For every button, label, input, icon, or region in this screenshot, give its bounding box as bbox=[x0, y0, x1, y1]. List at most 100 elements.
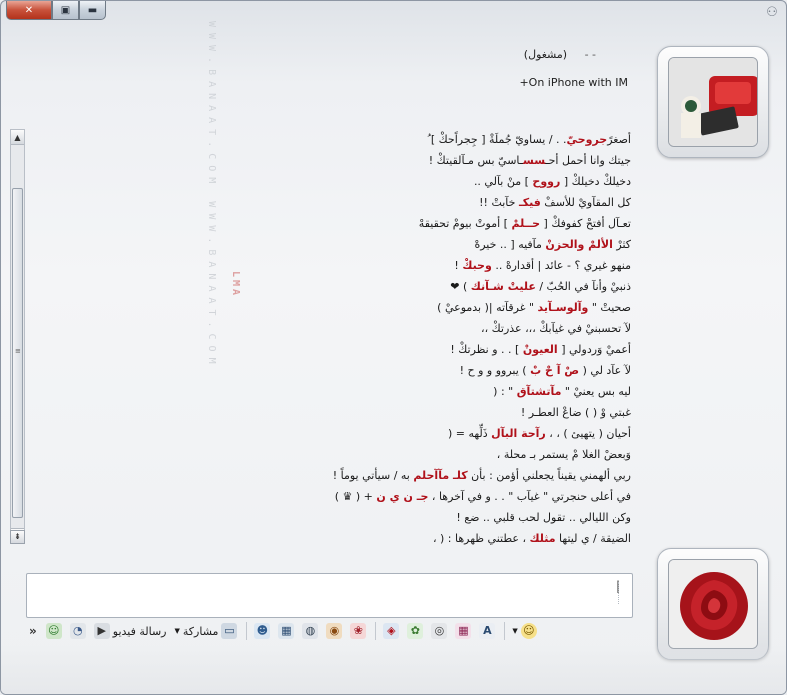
toolbar-overflow-button[interactable]: » bbox=[29, 624, 37, 638]
invite-contact-button[interactable]: ☺ bbox=[43, 620, 65, 642]
conversation-history: أصغرًجروحيّ. . / يساويّ جُملَةْ [ جِجراً… bbox=[231, 129, 631, 549]
caption-buttons: ✕ ▣ ▬ bbox=[6, 1, 106, 21]
message-line: أصغرًجروحيّ. . / يساويّ جُملَةْ [ جِجراً… bbox=[231, 129, 631, 150]
message-highlight: العيونْ bbox=[522, 343, 558, 356]
message-highlight: جروحيّ bbox=[566, 133, 608, 146]
video-message-label: رسالة فيديو bbox=[112, 624, 167, 638]
message-highlight: سس bbox=[523, 154, 546, 167]
message-text-tail: ـاسيّ بس مـآلقيتكْ ! bbox=[428, 154, 523, 167]
ink-icon: ◍ bbox=[302, 623, 319, 639]
photos-button[interactable]: ▦ bbox=[275, 620, 297, 642]
message-text: الضيقة / ي ليتها bbox=[555, 532, 631, 545]
share-button[interactable]: ▼ مشاركة ▭ bbox=[172, 620, 241, 642]
invite-icon: ☺ bbox=[45, 623, 62, 639]
contact-personal-message: +On iPhone with IM bbox=[519, 76, 628, 89]
message-text: ربي ألهمني يقيناً يجعلني أؤمن : بأن bbox=[467, 469, 631, 482]
message-highlight: مآتشتآق bbox=[516, 385, 562, 398]
message-text: ذنبيْ وأنآ في الحُبّ / bbox=[535, 280, 631, 293]
message-text: جيتك وانا أحمل أحـ bbox=[545, 154, 631, 167]
minimize-button[interactable]: ▬ bbox=[79, 1, 106, 20]
message-highlight: جـ ن ي ن bbox=[376, 490, 429, 503]
people-icon[interactable]: ⚇ bbox=[764, 5, 780, 21]
message-line: ذنبيْ وأنآ في الحُبّ / عليتْ شـآنك ) ❤ bbox=[231, 276, 631, 297]
message-text: وَبعضْ الغلا مْ يستمر بـ محلة ، bbox=[496, 448, 631, 461]
self-picture-art bbox=[669, 560, 757, 648]
winks-button[interactable]: ◈ bbox=[380, 620, 402, 642]
message-line: غبتي وْ ( ) ضاعْ العطـر ! bbox=[231, 402, 631, 423]
message-line: منهو غيري ؟ - عائد | أقدارهْ .. وحبكْ ! bbox=[231, 255, 631, 276]
buddy-icon: ☻ bbox=[254, 623, 271, 639]
toolbar-separator bbox=[246, 622, 248, 640]
message-highlight: فيكـ bbox=[518, 196, 541, 209]
background-button[interactable]: ▦ bbox=[452, 620, 474, 642]
chevron-down-icon: ▼ bbox=[174, 627, 180, 635]
message-highlight: رووح bbox=[532, 175, 561, 188]
message-text-tail: ) يبروو و و ح ! bbox=[459, 364, 531, 377]
video-message-button[interactable]: ▶ رسالة فيديو bbox=[91, 620, 170, 642]
message-text-tail: " : ( bbox=[493, 385, 517, 398]
video-call-icon: ▶ bbox=[93, 623, 110, 639]
message-highlight: حــلمْ bbox=[511, 217, 541, 230]
contact-dash: - - bbox=[584, 48, 596, 61]
message-line: صحيتْ " وآلوسـآيد " غرقآته |( بدموعيْ ) bbox=[231, 297, 631, 318]
message-text: لآ تحسبنيْ في غيآبكْ ،،، عذرتكْ ،، bbox=[481, 322, 631, 335]
message-text: ليه بس يعنيْ " bbox=[561, 385, 631, 398]
message-text-tail: به / سيأتي يوماً ! bbox=[332, 469, 414, 482]
message-text-tail: ) ❤ bbox=[450, 280, 471, 293]
message-text-tail: خآبتْ !! bbox=[479, 196, 519, 209]
contact-name: - - (مشغول) bbox=[296, 48, 596, 61]
scroll-thumb[interactable]: ≡ bbox=[12, 188, 23, 518]
message-text: لآ عآد لي ( bbox=[579, 364, 631, 377]
collapse-icon: ⇟ bbox=[14, 532, 21, 541]
emoticons-button[interactable]: ▼ ☺ bbox=[509, 620, 539, 642]
contact-avatar[interactable] bbox=[657, 46, 769, 158]
message-line: لآ تحسبنيْ في غيآبكْ ،،، عذرتكْ ،، bbox=[231, 318, 631, 339]
message-text-tail: " غرقآته |( بدموعيْ ) bbox=[437, 301, 538, 314]
photos-icon: ▦ bbox=[278, 623, 295, 639]
message-text: أعميْ وَردولي [ bbox=[557, 343, 631, 356]
collapse-button[interactable]: ⇟ bbox=[10, 530, 25, 544]
toolbar-separator bbox=[375, 622, 377, 640]
input-resize-handle[interactable] bbox=[618, 582, 628, 604]
message-text: تعـآل أفتحْ كفوفكْ [ bbox=[540, 217, 631, 230]
message-input[interactable]: | bbox=[26, 573, 633, 618]
message-text: أصغرً bbox=[607, 133, 631, 146]
ink-button[interactable]: ◍ bbox=[299, 620, 321, 642]
window-bottom-edge bbox=[1, 644, 786, 694]
nudge-shake-button[interactable]: ✿ bbox=[404, 620, 426, 642]
conversation-scrollbar[interactable]: ▲ ≡ ▼ bbox=[10, 129, 25, 544]
message-highlight: كلـ مآآحلم bbox=[413, 469, 468, 482]
message-text-tail: ذَلِّهه = ( bbox=[447, 427, 492, 440]
arrow-up-icon: ▲ bbox=[14, 133, 21, 142]
nudge-button[interactable]: ◔ bbox=[67, 620, 89, 642]
maximize-icon: ▣ bbox=[60, 4, 71, 16]
nudge-shake-icon: ✿ bbox=[407, 623, 424, 639]
message-text-tail: مآفيه [ .. خيرهْ bbox=[474, 238, 546, 251]
scroll-up-button[interactable]: ▲ bbox=[11, 130, 24, 145]
message-line: كل المقآويْ للأسفْ فيكـ خآبتْ !! bbox=[231, 192, 631, 213]
activities-button[interactable]: ❀ bbox=[347, 620, 369, 642]
message-text-tail: . . / يساويّ جُملَةْ [ جِجراًحكْ ] ُ bbox=[427, 133, 567, 146]
message-line: الضيقة / ي ليتها مثلك ، عطتني ظهرها : ( … bbox=[231, 528, 631, 549]
message-line: دخيلكْ دخيلكْ [ رووح ] منْ بآلي .. bbox=[231, 171, 631, 192]
maximize-button[interactable]: ▣ bbox=[52, 1, 79, 20]
voice-clip-button[interactable]: ◎ bbox=[428, 620, 450, 642]
message-text-tail: + ( ♛ ) bbox=[334, 490, 377, 503]
message-text-tail: ] . . و نظرتكْ ! bbox=[450, 343, 523, 356]
contact-card-button[interactable]: ☻ bbox=[251, 620, 273, 642]
emoticon-icon: ☺ bbox=[520, 623, 537, 639]
font-button[interactable]: A bbox=[476, 620, 498, 642]
chat-window: ✕ ▣ ▬ ⚇ WWW.BANAAT.COM WWW.BANAAT.COM LM… bbox=[0, 0, 787, 695]
message-text-tail: ضع ! bbox=[456, 511, 480, 524]
share-label: مشاركة bbox=[182, 624, 219, 638]
message-line: كثرْ الألمْ والحزنْ مآفيه [ .. خيرهْ bbox=[231, 234, 631, 255]
close-button[interactable]: ✕ bbox=[6, 1, 52, 20]
message-line: وكن الليالي .. تقول لحب قلبي .. ضع ! bbox=[231, 507, 631, 528]
games-icon: ◉ bbox=[326, 623, 343, 639]
message-line: في أعلى حنجرتي " غيآب " . . و في آخرها ،… bbox=[231, 486, 631, 507]
games-button[interactable]: ◉ bbox=[323, 620, 345, 642]
message-text: كثرْ bbox=[612, 238, 631, 251]
message-line: ليه بس يعنيْ " مآتشتآق " : ( bbox=[231, 381, 631, 402]
message-highlight: الألمْ والحزنْ bbox=[545, 238, 613, 251]
background-icon: ▦ bbox=[455, 623, 472, 639]
